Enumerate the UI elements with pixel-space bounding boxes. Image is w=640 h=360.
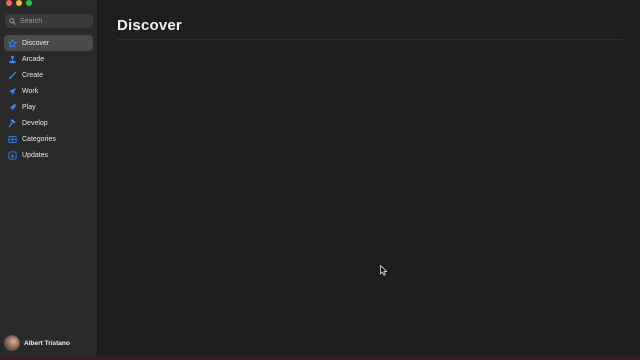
sidebar-item-develop[interactable]: Develop xyxy=(4,115,93,131)
hammer-icon xyxy=(8,118,17,128)
window-controls xyxy=(6,0,32,6)
dock-edge xyxy=(0,356,640,360)
sidebar-item-label: Work xyxy=(22,87,39,95)
sidebar-item-label: Play xyxy=(22,103,36,111)
download-icon xyxy=(8,150,17,160)
title-divider xyxy=(117,39,622,40)
user-account[interactable]: Albert Tristano xyxy=(4,335,70,351)
sidebar-nav: Discover Arcade Create Work Play Develop… xyxy=(4,35,93,163)
minimize-window-button[interactable] xyxy=(16,0,22,6)
mouse-pointer-icon xyxy=(380,265,388,276)
rocket-icon xyxy=(8,103,17,112)
sidebar-item-work[interactable]: Work xyxy=(4,83,93,99)
avatar xyxy=(4,335,20,351)
sidebar-item-label: Arcade xyxy=(22,55,45,63)
search-input[interactable] xyxy=(20,17,90,25)
page-title: Discover xyxy=(117,17,182,34)
user-name: Albert Tristano xyxy=(24,339,70,347)
zoom-window-button[interactable] xyxy=(26,0,32,6)
joystick-icon xyxy=(8,55,17,64)
search-icon xyxy=(9,17,16,25)
paper-plane-icon xyxy=(8,87,17,96)
star-icon xyxy=(8,38,17,48)
sidebar-item-label: Create xyxy=(22,71,44,79)
sidebar-item-play[interactable]: Play xyxy=(4,99,93,115)
sidebar-item-categories[interactable]: Categories xyxy=(4,131,93,147)
sidebar-item-discover[interactable]: Discover xyxy=(4,35,93,51)
sidebar-item-create[interactable]: Create xyxy=(4,67,93,83)
sidebar-item-label: Discover xyxy=(22,39,50,47)
sidebar-item-label: Updates xyxy=(22,151,49,159)
main-content: Discover xyxy=(98,0,640,356)
brush-icon xyxy=(8,71,17,80)
sidebar-item-label: Develop xyxy=(22,119,48,127)
search-box[interactable] xyxy=(5,14,93,28)
sidebar: Discover Arcade Create Work xyxy=(0,0,98,356)
sidebar-item-label: Categories xyxy=(22,135,56,143)
sidebar-item-updates[interactable]: Updates xyxy=(4,147,93,163)
app-store-window: Discover Arcade Create Work xyxy=(0,0,640,356)
sidebar-item-arcade[interactable]: Arcade xyxy=(4,51,93,67)
close-window-button[interactable] xyxy=(6,0,12,6)
grid-icon xyxy=(8,135,17,144)
